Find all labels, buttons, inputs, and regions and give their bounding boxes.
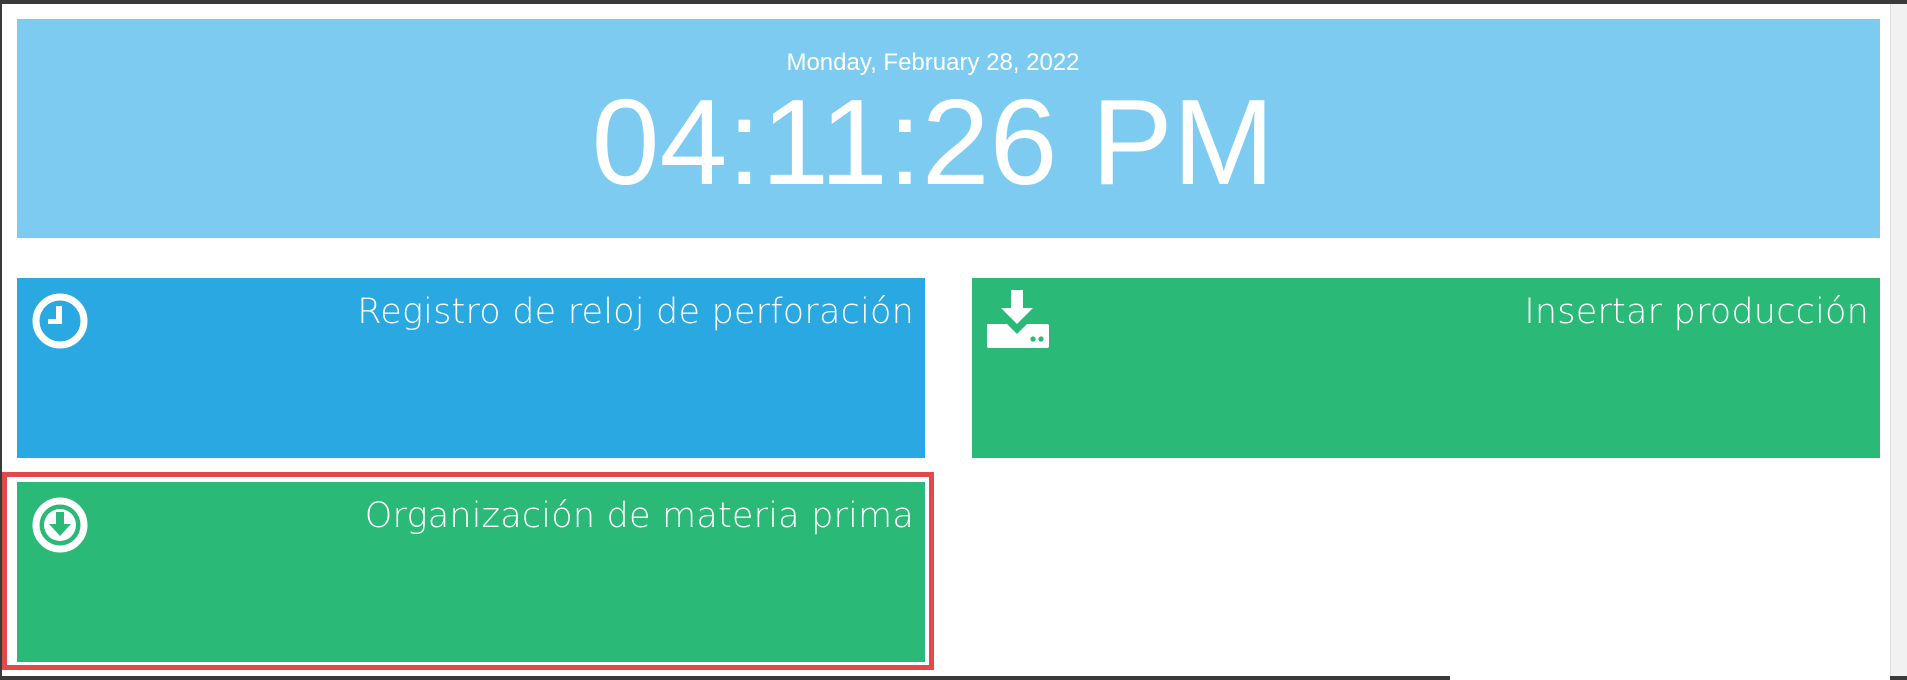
tile-title: Registro de reloj de perforación [357, 292, 914, 332]
arrow-down-circle-icon [30, 494, 90, 554]
window-bottom-gap [1450, 676, 1890, 680]
clock-icon [30, 290, 90, 350]
clock-time: 04:11:26 PM [591, 74, 1275, 210]
tile-title: Insertar producción [1524, 292, 1869, 332]
tile-title: Organización de materia prima [364, 496, 914, 536]
download-drive-icon [985, 290, 1049, 350]
tile-punch-clock-register[interactable]: Registro de reloj de perforación [17, 278, 925, 458]
tile-insert-production[interactable]: Insertar producción [972, 278, 1880, 458]
clock-date: Monday, February 28, 2022 [786, 49, 1080, 76]
clock-panel: Monday, February 28, 2022 04:11:26 PM [17, 19, 1880, 238]
vertical-scrollbar[interactable] [1890, 4, 1907, 680]
page: Monday, February 28, 2022 04:11:26 PM Re… [0, 0, 1907, 680]
tile-raw-material-organization[interactable]: Organización de materia prima [17, 482, 925, 662]
window-top-border [0, 0, 1907, 4]
window-left-border [0, 0, 2, 680]
